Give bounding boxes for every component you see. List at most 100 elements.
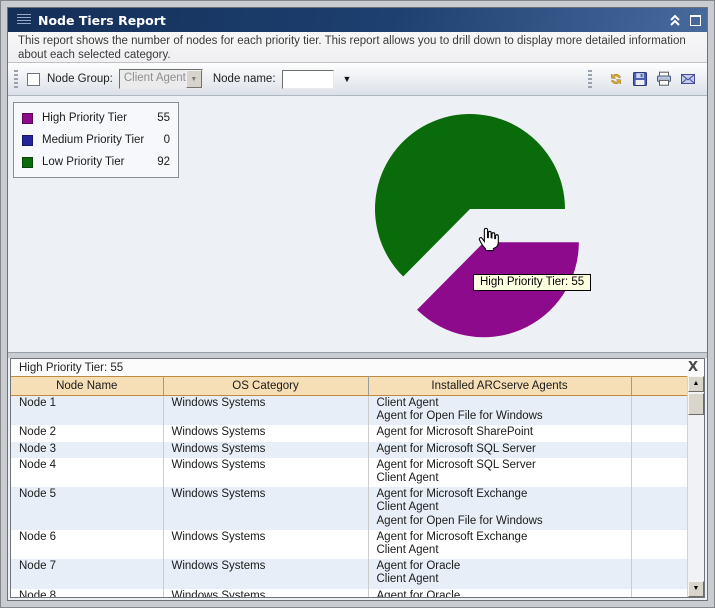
os-category-cell: Windows Systems bbox=[163, 458, 368, 487]
os-category-cell: Windows Systems bbox=[163, 396, 368, 426]
drilldown-panel-title: High Priority Tier: 55 bbox=[19, 362, 123, 374]
node-group-select[interactable]: Client Agent ▼ bbox=[119, 69, 203, 89]
agent-line: Agent for Microsoft SQL Server bbox=[377, 459, 623, 472]
os-category-cell: Windows Systems bbox=[163, 487, 368, 530]
table-row: Node 5Windows SystemsAgent for Microsoft… bbox=[11, 487, 687, 530]
titlebar-grip-icon bbox=[17, 14, 31, 26]
legend-swatch-icon bbox=[22, 157, 33, 168]
node-name-label: Node name: bbox=[213, 73, 276, 85]
save-button[interactable] bbox=[631, 70, 649, 88]
node-name-cell: Node 3 bbox=[11, 442, 163, 458]
legend-value: 92 bbox=[157, 156, 170, 168]
chevron-down-icon[interactable]: ▼ bbox=[186, 70, 202, 88]
agents-cell: Agent for Microsoft SQL Server bbox=[368, 442, 631, 458]
chart-area: High Priority Tier55Medium Priority Tier… bbox=[8, 96, 707, 352]
table-row: Node 4Windows SystemsAgent for Microsoft… bbox=[11, 458, 687, 487]
legend-value: 0 bbox=[164, 134, 170, 146]
node-group-checkbox[interactable] bbox=[27, 73, 40, 86]
column-header[interactable]: Node Name bbox=[11, 377, 163, 396]
empty-cell bbox=[631, 487, 687, 530]
chart-tooltip: High Priority Tier: 55 bbox=[473, 274, 591, 291]
legend-item: High Priority Tier55 bbox=[14, 107, 178, 129]
node-name-cell: Node 1 bbox=[11, 396, 163, 426]
node-group-label: Node Group: bbox=[47, 73, 113, 85]
hand-cursor-icon bbox=[476, 226, 502, 255]
drilldown-table: Node NameOS CategoryInstalled ARCserve A… bbox=[11, 376, 687, 597]
window-frame: Node Tiers Report This report shows the … bbox=[0, 0, 715, 608]
column-header[interactable]: Installed ARCserve Agents bbox=[368, 377, 631, 396]
vertical-scrollbar[interactable]: ▲ ▼ bbox=[687, 376, 704, 597]
os-category-cell: Windows Systems bbox=[163, 425, 368, 441]
email-button[interactable] bbox=[679, 70, 697, 88]
os-category-cell: Windows Systems bbox=[163, 442, 368, 458]
empty-cell bbox=[631, 425, 687, 441]
agents-cell: Agent for OracleClient Agent bbox=[368, 559, 631, 588]
node-name-cell: Node 2 bbox=[11, 425, 163, 441]
drilldown-table-container: Node NameOS CategoryInstalled ARCserve A… bbox=[11, 376, 704, 597]
toolbar-right-grip-handle[interactable] bbox=[588, 70, 592, 88]
legend-label: Low Priority Tier bbox=[42, 156, 157, 168]
os-category-cell: Windows Systems bbox=[163, 559, 368, 588]
agent-line: Agent for Oracle bbox=[377, 560, 623, 573]
empty-cell bbox=[631, 458, 687, 487]
agent-line: Agent for Microsoft Exchange bbox=[377, 488, 623, 501]
legend-swatch-icon bbox=[22, 113, 33, 124]
legend-label: Medium Priority Tier bbox=[42, 134, 164, 146]
agent-line: Agent for Open File for Windows bbox=[377, 515, 623, 528]
agent-line: Agent for Microsoft Exchange bbox=[377, 531, 623, 544]
table-row: Node 7Windows SystemsAgent for OracleCli… bbox=[11, 559, 687, 588]
column-header[interactable]: OS Category bbox=[163, 377, 368, 396]
column-header[interactable] bbox=[631, 377, 687, 396]
agent-line: Agent for Oracle bbox=[377, 590, 623, 597]
agent-line: Agent for Microsoft SQL Server bbox=[377, 443, 623, 456]
print-button[interactable] bbox=[655, 70, 673, 88]
legend-swatch-icon bbox=[22, 135, 33, 146]
maximize-button[interactable] bbox=[690, 15, 701, 26]
node-group-selected-value: Client Agent bbox=[120, 70, 186, 88]
agent-line: Client Agent bbox=[377, 472, 623, 485]
email-icon bbox=[680, 71, 696, 87]
node-name-cell: Node 8 bbox=[11, 589, 163, 597]
legend-item: Low Priority Tier92 bbox=[14, 151, 178, 173]
agent-line: Client Agent bbox=[377, 501, 623, 514]
scrollbar-thumb[interactable] bbox=[688, 393, 704, 415]
refresh-icon bbox=[608, 71, 624, 87]
legend-item: Medium Priority Tier0 bbox=[14, 129, 178, 151]
table-row: Node 8Windows SystemsAgent for OracleCli… bbox=[11, 589, 687, 597]
save-icon bbox=[632, 71, 648, 87]
close-icon[interactable]: X bbox=[688, 361, 698, 374]
empty-cell bbox=[631, 442, 687, 458]
agent-line: Agent for Open File for Windows bbox=[377, 410, 623, 423]
agents-cell: Agent for OracleClient Agent bbox=[368, 589, 631, 597]
table-row: Node 3Windows Systems Agent for Microsoft… bbox=[11, 442, 687, 458]
print-icon bbox=[656, 71, 672, 87]
titlebar: Node Tiers Report bbox=[8, 8, 707, 32]
agent-line: Client Agent bbox=[377, 573, 623, 586]
report-description: This report shows the number of nodes fo… bbox=[8, 32, 707, 63]
node-name-dropdown-arrow-icon[interactable]: ▼ bbox=[343, 74, 352, 84]
drilldown-panel: High Priority Tier: 55 X Node NameOS Cat… bbox=[10, 358, 705, 598]
agents-cell: Client AgentAgent for Open File for Wind… bbox=[368, 396, 631, 426]
os-category-cell: Windows Systems bbox=[163, 530, 368, 559]
agents-cell: Agent for Microsoft ExchangeClient Agent… bbox=[368, 487, 631, 530]
empty-cell bbox=[631, 396, 687, 426]
scroll-down-button[interactable]: ▼ bbox=[688, 581, 704, 597]
agent-line: Client Agent bbox=[377, 397, 623, 410]
refresh-button[interactable] bbox=[607, 70, 625, 88]
empty-cell bbox=[631, 530, 687, 559]
node-name-cell: Node 4 bbox=[11, 458, 163, 487]
table-row: Node 6Windows SystemsAgent for Microsoft… bbox=[11, 530, 687, 559]
collapse-panel-button[interactable] bbox=[668, 14, 682, 27]
empty-cell bbox=[631, 589, 687, 597]
page-title: Node Tiers Report bbox=[38, 13, 166, 28]
table-row: Node 1Windows SystemsClient AgentAgent f… bbox=[11, 396, 687, 426]
toolbar: Node Group: Client Agent ▼ Node name: ▼ bbox=[8, 63, 707, 96]
agent-line: Agent for Microsoft SharePoint bbox=[377, 426, 623, 439]
empty-cell bbox=[631, 559, 687, 588]
node-name-input[interactable] bbox=[282, 70, 334, 89]
scroll-up-button[interactable]: ▲ bbox=[688, 376, 704, 392]
node-name-cell: Node 5 bbox=[11, 487, 163, 530]
node-tiers-report-window: Node Tiers Report This report shows the … bbox=[7, 7, 708, 601]
agents-cell: Agent for Microsoft SQL ServerClient Age… bbox=[368, 458, 631, 487]
toolbar-grip-handle[interactable] bbox=[14, 70, 18, 88]
